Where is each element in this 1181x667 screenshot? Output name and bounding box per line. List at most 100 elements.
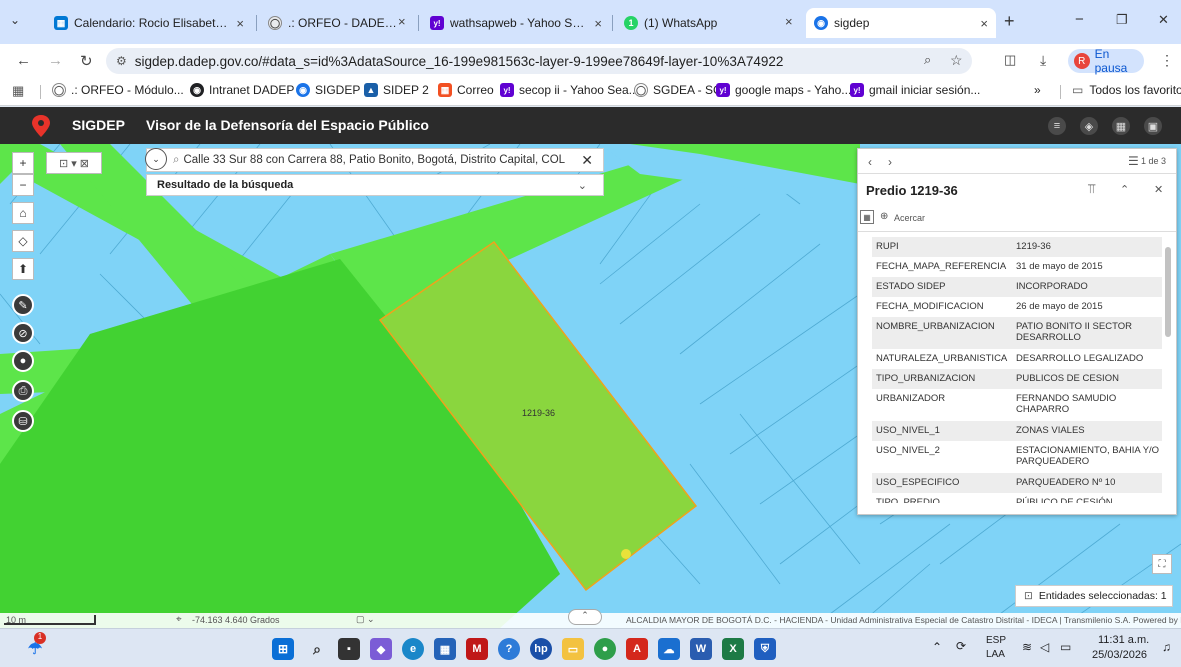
tab-orfeo[interactable]: ◯ .: ORFEO - DADEP ::.	[260, 8, 408, 38]
keyboard-layout-label[interactable]: LAA	[986, 649, 1005, 660]
mcafee-icon[interactable]: M	[466, 638, 488, 660]
new-tab-button[interactable]: +	[1004, 11, 1015, 32]
tab-sigdep[interactable]: ◉ sigdep ×	[806, 8, 996, 38]
notifications-icon[interactable]: ♫	[1162, 640, 1171, 654]
copilot-icon[interactable]: ◆	[370, 638, 392, 660]
bookmark-intranet[interactable]: ◉ Intranet DADEP	[190, 83, 294, 97]
bookmark-secop[interactable]: y! secop ii - Yahoo Sea...	[500, 83, 639, 97]
tab-search-button[interactable]: ⌄	[10, 13, 20, 27]
edge-icon[interactable]: e	[402, 638, 424, 660]
site-settings-icon[interactable]: ⚙	[116, 54, 127, 68]
tab-whatsapp[interactable]: 1 (1) WhatsApp	[616, 8, 802, 38]
file-explorer-icon[interactable]: ▭	[562, 638, 584, 660]
all-bookmarks-folder[interactable]: ▭ Todos los favoritos	[1072, 83, 1181, 97]
download-icon[interactable]: ⤓	[1040, 52, 1046, 69]
zoom-to-button[interactable]: Acercar	[894, 213, 925, 223]
volume-icon[interactable]: ◁	[1040, 640, 1049, 654]
chevron-down-icon[interactable]: ⌄	[145, 148, 167, 170]
select-tool-button[interactable]: ⊡ ▾ ⊠	[46, 152, 102, 174]
measure-icon[interactable]: ✎	[12, 294, 34, 316]
zoom-to-icon[interactable]: ⊕	[880, 211, 888, 222]
draw-icon[interactable]: ⊘	[12, 322, 34, 344]
close-icon[interactable]: ✕	[1154, 183, 1163, 196]
zoom-out-button[interactable]: −	[12, 174, 34, 196]
clock-date[interactable]: 25/03/2026	[1092, 649, 1147, 661]
tab-calendar[interactable]: ▦ Calendario: Rocio Elisabeth C ×	[46, 8, 252, 38]
tab-close-button[interactable]: ×	[785, 14, 793, 29]
battery-icon[interactable]: ▭	[1060, 640, 1071, 654]
store-icon[interactable]: ▦	[434, 638, 456, 660]
bookmark-gmail[interactable]: y! gmail iniciar sesión...	[850, 83, 980, 97]
scrollbar[interactable]	[1164, 235, 1172, 513]
attribute-row: USO_NIVEL_2 ESTACIONAMIENTO, BAHIA Y/O PA…	[872, 441, 1162, 473]
actions-icon[interactable]: ▦	[860, 210, 874, 224]
database-icon[interactable]: ⛁	[12, 410, 34, 432]
feature-list-icon[interactable]: ☰	[1128, 154, 1139, 168]
back-arrow-icon[interactable]: ←	[16, 52, 31, 69]
selected-entities-panel[interactable]: ⊡ Entidades seleccionadas: 1	[1015, 585, 1173, 607]
compass-icon[interactable]: ⬆	[12, 258, 34, 280]
excel-icon[interactable]: X	[722, 638, 744, 660]
help-icon[interactable]: ?	[498, 638, 520, 660]
bookmark-star-icon[interactable]: ☆	[950, 52, 963, 69]
tab-close-button[interactable]: ×	[398, 14, 406, 29]
chrome-icon[interactable]: ●	[594, 638, 616, 660]
windows-start-icon[interactable]: ⊞	[272, 638, 294, 660]
bookmark-sidep2[interactable]: ▲ SIDEP 2	[364, 83, 429, 97]
acrobat-icon[interactable]: A	[626, 638, 648, 660]
home-icon[interactable]: ⌂	[12, 202, 34, 224]
next-feature-button[interactable]: ›	[888, 155, 892, 169]
layers-icon[interactable]: ◈	[1080, 117, 1098, 135]
tab-yahoo-search[interactable]: y! wathsapweb - Yahoo Search ×	[422, 8, 610, 38]
network-activity-icon[interactable]: ⟳	[956, 639, 966, 653]
bookmarks-overflow-button[interactable]: »	[1034, 83, 1041, 97]
locate-icon[interactable]: ◇	[12, 230, 34, 252]
tab-close-button[interactable]: ×	[980, 16, 988, 31]
collapse-icon[interactable]: ⌃	[1120, 183, 1129, 196]
previous-feature-button[interactable]: ‹	[868, 155, 872, 169]
minimize-button[interactable]: −	[1075, 11, 1084, 28]
search-icon[interactable]: ⌕	[306, 638, 328, 660]
print-icon[interactable]: ⎙	[12, 380, 34, 402]
address-bar[interactable]: ⚙ sigdep.dadep.gov.co/#data_s=id%3AdataS…	[106, 48, 972, 74]
search-box[interactable]: ⌄ ⌕ Calle 33 Sur 88 con Carrera 88, Pati…	[145, 148, 604, 172]
expand-footer-button[interactable]: ⌃	[568, 609, 602, 625]
system-tray-chevron-icon[interactable]: ⌃	[932, 640, 942, 654]
bookmark-google-maps[interactable]: y! google maps - Yaho...	[716, 83, 851, 97]
tab-close-button[interactable]: ×	[236, 16, 244, 31]
apps-grid-icon[interactable]: ▦	[12, 83, 24, 99]
search-input[interactable]: Calle 33 Sur 88 con Carrera 88, Patio Bo…	[183, 154, 581, 166]
reload-icon[interactable]: ↻	[80, 52, 93, 70]
bookmark-sgdea[interactable]: ◯ SGDEA - SC	[634, 83, 722, 97]
menu-icon[interactable]: ⋮	[1160, 52, 1174, 69]
extensions-icon[interactable]: ◫	[1004, 52, 1016, 68]
hp-icon[interactable]: hp	[530, 638, 552, 660]
profile-button[interactable]: R En pausa	[1068, 47, 1144, 75]
onedrive-icon[interactable]: ☁	[658, 638, 680, 660]
clock-time[interactable]: 11:31 a.m.	[1098, 634, 1149, 646]
security-shield-icon[interactable]: ⛨	[754, 638, 776, 660]
list-icon[interactable]: ≡	[1048, 117, 1066, 135]
coordinate-format-dropdown[interactable]: ▢ ⌄	[356, 614, 375, 625]
bookmark-sigdep[interactable]: ◉ SIGDEP	[296, 83, 360, 97]
tab-close-button[interactable]: ×	[594, 16, 602, 31]
clear-search-icon[interactable]: ✕	[581, 152, 593, 169]
zoom-icon[interactable]: ⌕	[924, 52, 931, 68]
dock-icon[interactable]: ⫪	[1088, 181, 1095, 197]
fullscreen-button[interactable]: ⛶	[1152, 554, 1172, 574]
restore-button[interactable]: ❐	[1116, 12, 1128, 28]
scrollbar-thumb[interactable]	[1165, 247, 1171, 337]
task-view-icon[interactable]: ▪	[338, 638, 360, 660]
close-window-button[interactable]: ✕	[1158, 12, 1169, 28]
zoom-in-button[interactable]: +	[12, 152, 34, 174]
language-label[interactable]: ESP	[986, 635, 1006, 646]
search-results-dropdown[interactable]: Resultado de la búsqueda ⌄	[146, 174, 604, 196]
word-icon[interactable]: W	[690, 638, 712, 660]
street-view-icon[interactable]: ●	[12, 350, 34, 372]
wifi-icon[interactable]: ≋	[1022, 640, 1032, 654]
forward-arrow-icon[interactable]: →	[48, 52, 63, 69]
bookmark-correo[interactable]: ▦ Correo	[438, 83, 494, 97]
basemap-grid-icon[interactable]: ▦	[1112, 117, 1130, 135]
bookmark-orfeo[interactable]: ◯ .: ORFEO - Módulo...	[52, 83, 184, 97]
save-icon[interactable]: ▣	[1144, 117, 1162, 135]
